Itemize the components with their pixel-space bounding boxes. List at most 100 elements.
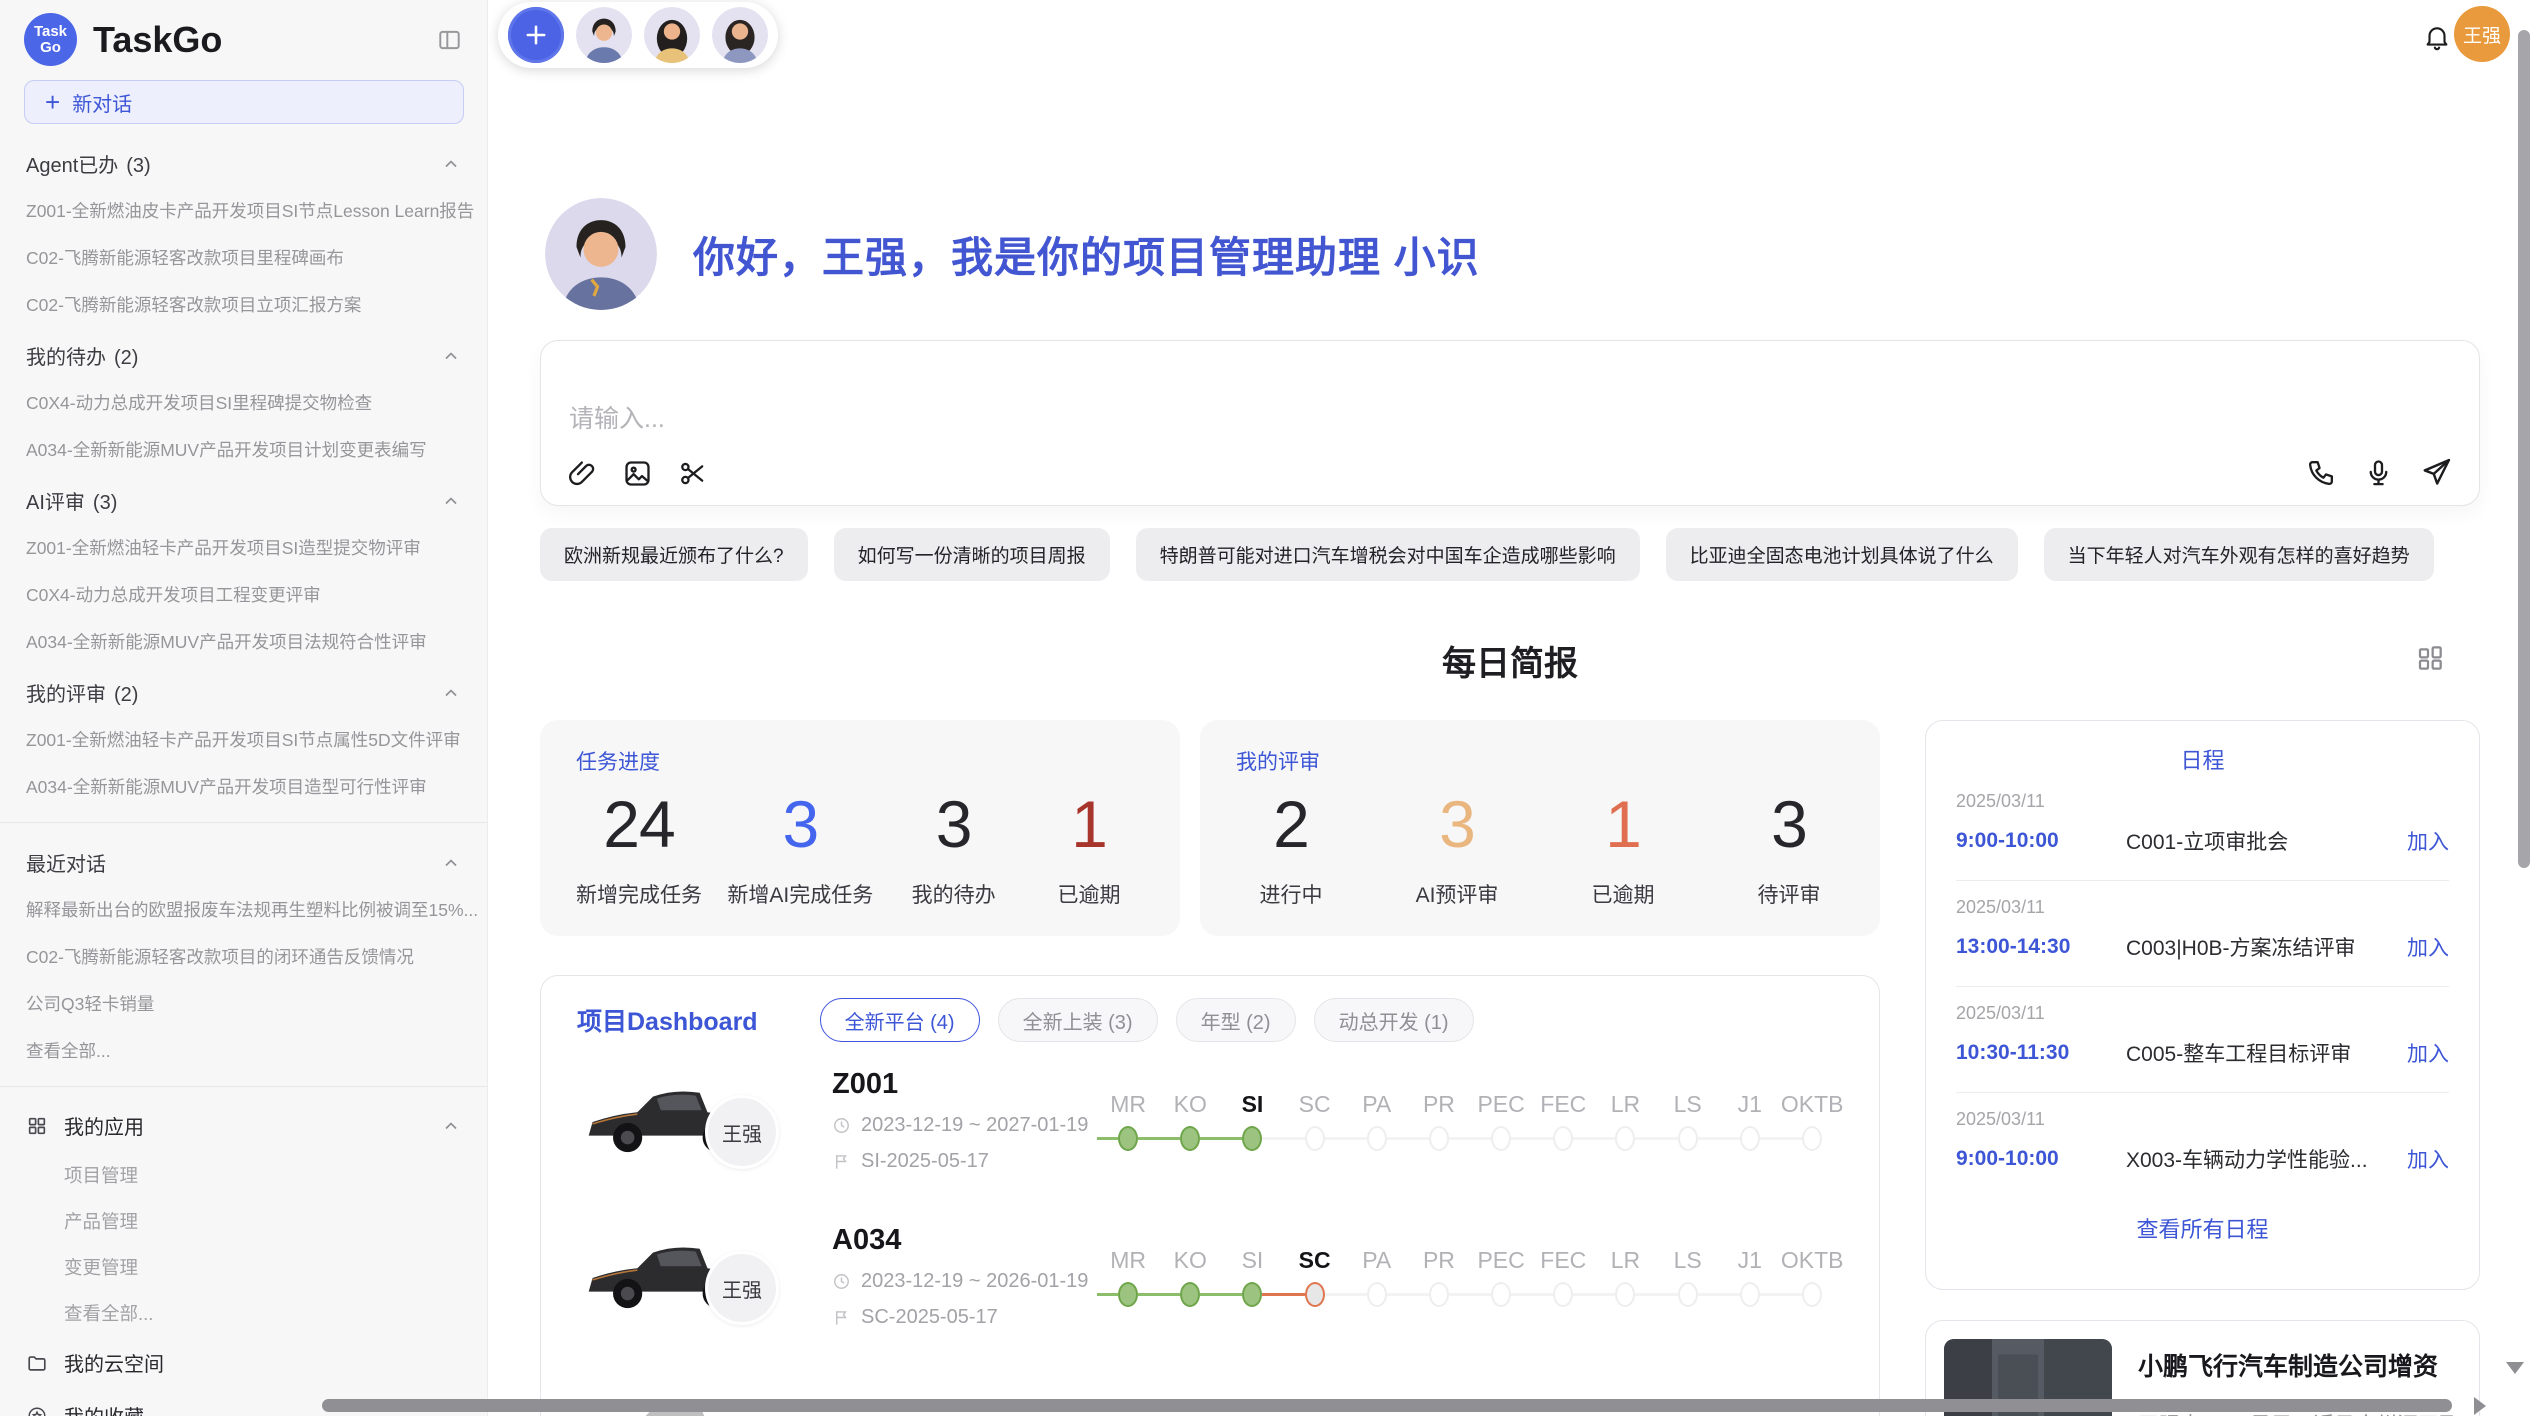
schedule-time: 9:00-10:00 (1956, 829, 2126, 853)
contact-avatar-3[interactable] (712, 7, 768, 63)
chevron-up-icon[interactable] (441, 154, 461, 174)
sidebar-task-item[interactable]: Z001-全新燃油轻卡产品开发项目SI造型提交物评审 (0, 524, 487, 571)
sidebar-task-item[interactable]: C0X4-动力总成开发项目SI里程碑提交物检查 (0, 379, 487, 426)
image-upload-icon[interactable] (622, 458, 653, 489)
sidebar-app-item[interactable]: 变更管理 (0, 1244, 487, 1290)
sidebar-recent-item[interactable]: 查看全部... (0, 1027, 487, 1074)
sidebar-task-item[interactable]: A034-全新新能源MUV产品开发项目造型可行性评审 (0, 763, 487, 810)
sidebar-section-agent-done[interactable]: Agent已办(3) (0, 136, 487, 187)
suggestion-chip[interactable]: 欧洲新规最近颁布了什么? (540, 528, 808, 581)
logo-line2: Go (40, 40, 61, 56)
chevron-up-icon[interactable] (441, 491, 461, 511)
notifications-bell-icon[interactable] (2422, 22, 2452, 52)
sidebar-section-my-todo[interactable]: 我的待办(2) (0, 328, 487, 379)
tab-powertrain[interactable]: 动总开发 (1) (1314, 998, 1474, 1042)
composer-tools-left (567, 458, 708, 489)
sidebar-task-item[interactable]: C0X4-动力总成开发项目工程变更评审 (0, 571, 487, 618)
sidebar-item-my-apps[interactable]: 我的应用 (0, 1099, 487, 1152)
voice-call-icon[interactable] (2306, 457, 2337, 488)
sidebar-section-recent[interactable]: 最近对话 (0, 835, 487, 886)
view-all-schedule-link[interactable]: 查看所有日程 (1956, 1212, 2449, 1244)
main-area: 王强 你好，王强，我是你的项目管理助理 小识 请输入... 欧洲新规最近颁布了什… (488, 0, 2532, 1416)
chevron-up-icon[interactable] (441, 1116, 461, 1136)
schedule-item: 2025/03/1110:30-11:30C005-整车工程目标评审加入 (1956, 987, 2449, 1093)
join-button[interactable]: 加入 (2407, 826, 2449, 856)
milestone-sc: SC (1284, 1242, 1346, 1310)
milestone-dot (1615, 1282, 1635, 1307)
tab-new-body[interactable]: 全新上装 (3) (998, 998, 1158, 1042)
suggestion-chip[interactable]: 特朗普可能对进口汽车增税会对中国车企造成哪些影响 (1136, 528, 1640, 581)
sidebar-scroll-area[interactable]: Agent已办(3) Z001-全新燃油皮卡产品开发项目SI节点Lesson L… (0, 136, 487, 1416)
project-row-a034[interactable]: 王强 A034 2023-12-19 ~ 2026-01-19 SC-2025-… (577, 1198, 1843, 1354)
sidebar-item-cloud-space[interactable]: 我的云空间 (0, 1336, 487, 1389)
suggestion-chip[interactable]: 如何写一份清晰的项目周报 (834, 528, 1110, 581)
sidebar-collapse-icon[interactable] (436, 27, 463, 53)
flag-icon (832, 1152, 851, 1171)
stat-overdue: 1 已逾期 (1034, 790, 1144, 909)
sidebar-task-item[interactable]: Z001-全新燃油轻卡产品开发项目SI节点属性5D文件评审 (0, 716, 487, 763)
scroll-down-arrow[interactable] (2506, 1362, 2524, 1374)
suggestion-chip[interactable]: 比亚迪全固态电池计划具体说了什么 (1666, 528, 2018, 581)
card-title: 我的评审 (1236, 746, 1844, 776)
brief-layout-grid-icon[interactable] (2414, 642, 2446, 674)
my-reviews-card: 我的评审 2 进行中 3 AI预评审 1 已逾期 3 (1200, 720, 1880, 936)
schedule-event: C005-整车工程目标评审 (2126, 1038, 2407, 1068)
user-name: 王强 (2463, 21, 2501, 48)
milestone-dot (1802, 1126, 1822, 1151)
chevron-up-icon[interactable] (441, 683, 461, 703)
sidebar-task-item[interactable]: Z001-全新燃油皮卡产品开发项目SI节点Lesson Learn报告 (0, 187, 487, 234)
sidebar-app-item[interactable]: 产品管理 (0, 1198, 487, 1244)
milestone-oktb: OKTB (1781, 1242, 1843, 1310)
sidebar-recent-item[interactable]: 公司Q3轻卡销量 (0, 980, 487, 1027)
send-icon[interactable] (2420, 456, 2453, 489)
schedule-list: 2025/03/119:00-10:00C001-立项审批会加入2025/03/… (1956, 775, 2449, 1198)
sidebar-recent-item[interactable]: 解释最新出台的欧盟报废车法规再生塑料比例被调至15%... (0, 886, 487, 933)
sidebar-app-item[interactable]: 项目管理 (0, 1152, 487, 1198)
contact-avatar-1[interactable] (576, 7, 632, 63)
project-row-z001[interactable]: 王强 Z001 2023-12-19 ~ 2027-01-19 SI-2025-… (577, 1042, 1843, 1198)
milestone-ls: LS (1657, 1242, 1719, 1310)
add-conversation-button[interactable] (508, 7, 564, 63)
milestone-dot (1180, 1126, 1200, 1151)
user-avatar[interactable]: 王强 (2454, 6, 2510, 62)
sidebar-task-item[interactable]: A034-全新新能源MUV产品开发项目法规符合性评审 (0, 618, 487, 665)
join-button[interactable]: 加入 (2407, 1144, 2449, 1174)
horizontal-scrollbar[interactable] (322, 1399, 2452, 1412)
chat-composer[interactable]: 请输入... (540, 340, 2480, 506)
new-chat-button[interactable]: + 新对话 (24, 80, 464, 124)
milestone-timeline: MRKOSISCPAPRPECFECLRLSJ1OKTB (1097, 1242, 1843, 1310)
screenshot-scissors-icon[interactable] (677, 458, 708, 489)
sidebar-section-ai-review[interactable]: AI评审(3) (0, 473, 487, 524)
project-owner-badge: 王强 (705, 1095, 779, 1169)
card-title: 任务进度 (576, 746, 1144, 776)
chat-input[interactable]: 请输入... (569, 399, 665, 435)
chevron-up-icon[interactable] (441, 346, 461, 366)
sidebar-task-item[interactable]: C02-飞腾新能源轻客改款项目里程碑画布 (0, 234, 487, 281)
tab-model-year[interactable]: 年型 (2) (1176, 998, 1296, 1042)
attachment-icon[interactable] (567, 458, 598, 489)
join-button[interactable]: 加入 (2407, 932, 2449, 962)
milestone-si: SI (1221, 1086, 1283, 1154)
vertical-scrollbar[interactable] (2518, 30, 2530, 868)
contact-avatar-2[interactable] (644, 7, 700, 63)
join-button[interactable]: 加入 (2407, 1038, 2449, 1068)
composer-tools-right (2306, 456, 2453, 489)
app-title: TaskGo (93, 19, 436, 61)
assistant-avatar (545, 198, 657, 310)
sidebar-task-item[interactable]: A034-全新新能源MUV产品开发项目计划变更表编写 (0, 426, 487, 473)
stat-my-todo: 3 我的待办 (899, 790, 1009, 909)
suggestion-chip[interactable]: 当下年轻人对汽车外观有怎样的喜好趋势 (2044, 528, 2434, 581)
sidebar-section-my-review[interactable]: 我的评审(2) (0, 665, 487, 716)
sidebar-task-item[interactable]: C02-飞腾新能源轻客改款项目立项汇报方案 (0, 281, 487, 328)
tab-new-platform[interactable]: 全新平台 (4) (820, 998, 980, 1042)
scroll-right-arrow[interactable] (2474, 1397, 2486, 1415)
schedule-event: C003|H0B-方案冻结评审 (2126, 932, 2407, 962)
chevron-up-icon[interactable] (441, 853, 461, 873)
sidebar-app-item[interactable]: 查看全部... (0, 1290, 487, 1336)
microphone-icon[interactable] (2363, 457, 2394, 488)
milestone-ko: KO (1159, 1086, 1221, 1154)
section-label: AI评审 (26, 492, 85, 514)
sidebar-recent-item[interactable]: C02-飞腾新能源轻客改款项目的闭环通告反馈情况 (0, 933, 487, 980)
clock-icon (832, 1116, 851, 1135)
stat-pending-review: 3 待评审 (1734, 790, 1844, 909)
